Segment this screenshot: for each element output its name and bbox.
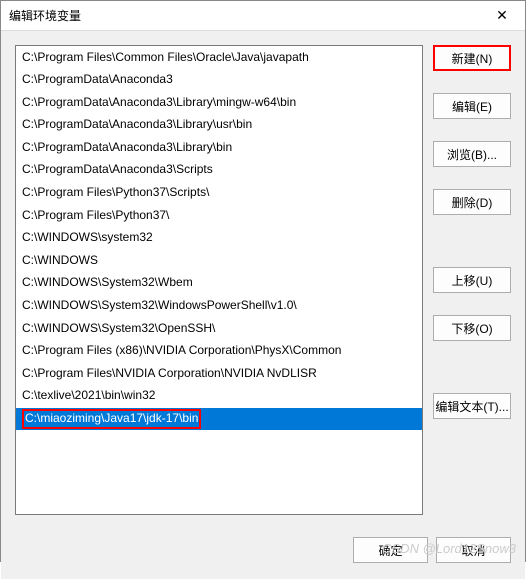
list-item-text: C:\miaoziming\Java17\jdk-17\bin bbox=[22, 409, 201, 429]
new-button[interactable]: 新建(N) bbox=[433, 45, 511, 71]
dialog-window: 编辑环境变量 ✕ C:\Program Files\Common Files\O… bbox=[0, 0, 526, 562]
side-button-panel: 新建(N) 编辑(E) 浏览(B)... 删除(D) 上移(U) 下移(O) 编… bbox=[433, 45, 511, 515]
edit-button[interactable]: 编辑(E) bbox=[433, 93, 511, 119]
window-title: 编辑环境变量 bbox=[9, 7, 487, 24]
list-item[interactable]: C:\ProgramData\Anaconda3\Scripts bbox=[16, 159, 422, 182]
list-item[interactable]: C:\miaoziming\Java17\jdk-17\bin bbox=[16, 408, 422, 431]
list-item[interactable]: C:\WINDOWS\System32\OpenSSH\ bbox=[16, 317, 422, 340]
close-button[interactable]: ✕ bbox=[487, 1, 517, 31]
move-up-button[interactable]: 上移(U) bbox=[433, 267, 511, 293]
list-item[interactable]: C:\texlive\2021\bin\win32 bbox=[16, 385, 422, 408]
list-item[interactable]: C:\Program Files\Python37\Scripts\ bbox=[16, 182, 422, 205]
list-item[interactable]: C:\Program Files (x86)\NVIDIA Corporatio… bbox=[16, 340, 422, 363]
list-item[interactable]: C:\WINDOWS\system32 bbox=[16, 227, 422, 250]
list-item[interactable]: C:\Program Files\Python37\ bbox=[16, 204, 422, 227]
list-item[interactable]: C:\Program Files\Common Files\Oracle\Jav… bbox=[16, 46, 422, 69]
list-item[interactable]: C:\ProgramData\Anaconda3\Library\usr\bin bbox=[16, 114, 422, 137]
edit-text-button[interactable]: 编辑文本(T)... bbox=[433, 393, 511, 419]
list-item[interactable]: C:\ProgramData\Anaconda3\Library\bin bbox=[16, 136, 422, 159]
delete-button[interactable]: 删除(D) bbox=[433, 189, 511, 215]
list-item[interactable]: C:\WINDOWS bbox=[16, 249, 422, 272]
content-area: C:\Program Files\Common Files\Oracle\Jav… bbox=[1, 31, 525, 529]
titlebar: 编辑环境变量 ✕ bbox=[1, 1, 525, 31]
browse-button[interactable]: 浏览(B)... bbox=[433, 141, 511, 167]
cancel-button[interactable]: 取消 bbox=[436, 537, 511, 563]
path-listbox[interactable]: C:\Program Files\Common Files\Oracle\Jav… bbox=[15, 45, 423, 515]
list-item[interactable]: C:\Program Files\NVIDIA Corporation\NVID… bbox=[16, 362, 422, 385]
list-item[interactable]: C:\ProgramData\Anaconda3\Library\mingw-w… bbox=[16, 91, 422, 114]
dialog-footer: 确定 取消 bbox=[1, 529, 525, 579]
list-item[interactable]: C:\WINDOWS\System32\WindowsPowerShell\v1… bbox=[16, 295, 422, 318]
move-down-button[interactable]: 下移(O) bbox=[433, 315, 511, 341]
close-icon: ✕ bbox=[496, 7, 508, 24]
ok-button[interactable]: 确定 bbox=[353, 537, 428, 563]
list-item[interactable]: C:\WINDOWS\System32\Wbem bbox=[16, 272, 422, 295]
list-item[interactable]: C:\ProgramData\Anaconda3 bbox=[16, 69, 422, 92]
